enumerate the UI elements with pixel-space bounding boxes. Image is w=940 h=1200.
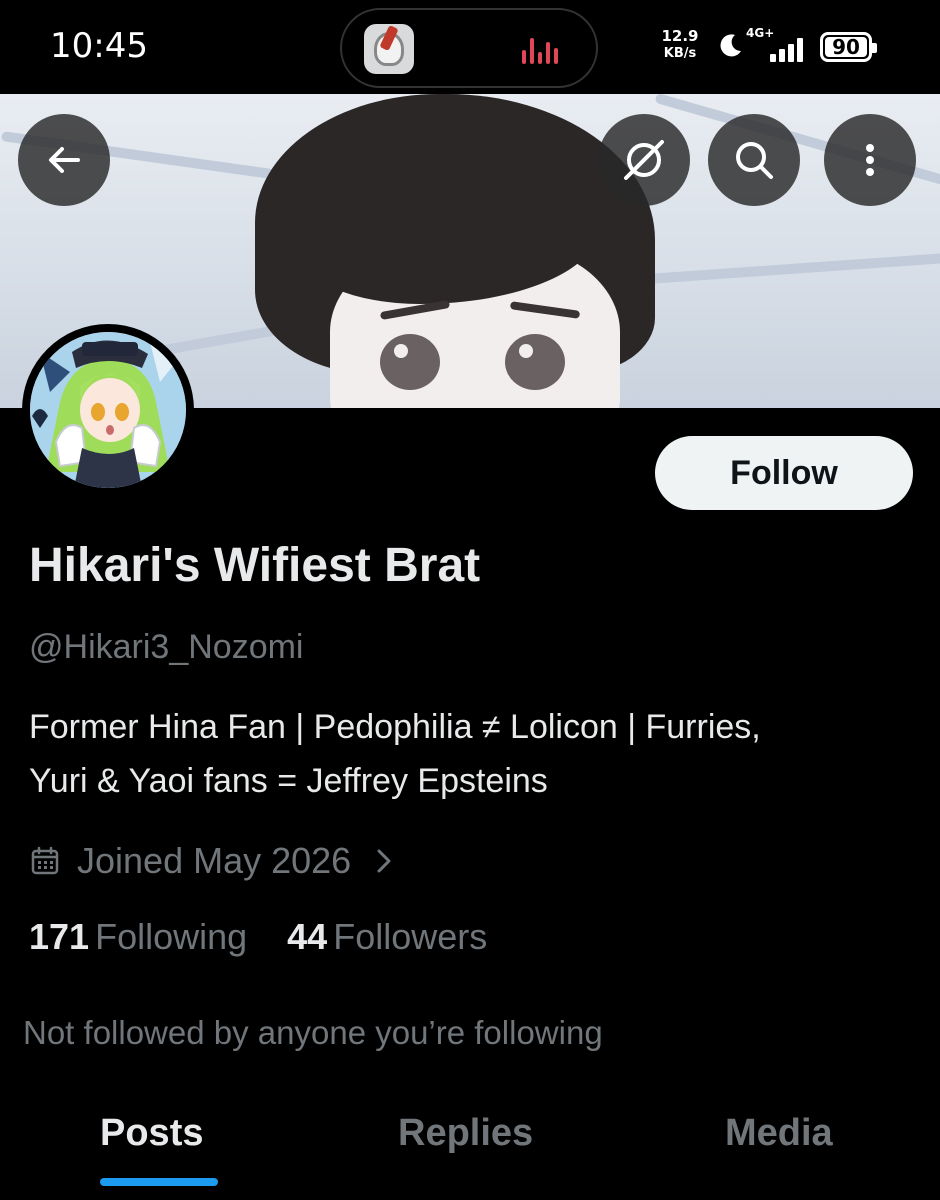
net-speed: 12.9 KB/s — [661, 27, 699, 62]
following-label: Following — [95, 916, 248, 957]
status-bar: 10:45 12.9 KB/s 4G+ 90 — [0, 0, 940, 94]
search-button[interactable] — [708, 114, 800, 206]
follow-stats: 171 Following 44 Followers — [29, 916, 487, 958]
arrow-left-icon — [49, 147, 80, 173]
grok-button[interactable] — [598, 114, 690, 206]
status-time: 10:45 — [50, 26, 148, 66]
avatar-image — [30, 332, 186, 488]
now-playing-app-icon — [364, 24, 414, 74]
banner-character-eye — [380, 334, 440, 390]
follow-button[interactable]: Follow — [655, 436, 913, 510]
battery-level: 90 — [832, 35, 860, 59]
signal-icon — [770, 36, 810, 62]
tab-posts[interactable]: Posts — [100, 1112, 203, 1155]
not-followed-note: Not followed by anyone you’re following — [23, 1014, 603, 1051]
calendar-icon — [31, 846, 59, 875]
joined-date-row[interactable]: Joined May 2026 — [29, 836, 397, 886]
bio-line: Former Hina Fan | Pedophilia ≠ Lolicon |… — [29, 708, 761, 746]
profile-tabs: Posts Replies Media — [0, 1100, 940, 1200]
active-tab-indicator — [100, 1178, 218, 1186]
more-button[interactable] — [824, 114, 916, 206]
followers-label: Followers — [333, 916, 488, 957]
search-icon — [736, 142, 773, 179]
followers-link[interactable]: 44 Followers — [287, 916, 487, 958]
username-handle: @Hikari3_Nozomi — [29, 628, 304, 666]
chevron-right-icon — [377, 849, 391, 873]
grok-icon — [624, 140, 664, 180]
joined-date: Joined May 2026 — [77, 840, 352, 881]
profile-bio: Former Hina Fan | Pedophilia ≠ Lolicon |… — [29, 700, 919, 808]
moon-icon — [720, 34, 741, 57]
tab-replies[interactable]: Replies — [398, 1112, 533, 1155]
followers-count: 44 — [287, 916, 328, 957]
back-button[interactable] — [18, 114, 110, 206]
following-count: 171 — [29, 916, 90, 957]
more-vertical-icon — [866, 144, 874, 176]
display-name: Hikari's Wifiest Brat — [29, 539, 481, 592]
tab-media[interactable]: Media — [725, 1112, 833, 1155]
profile-avatar[interactable] — [22, 324, 194, 496]
banner-character-eye — [505, 334, 565, 390]
dynamic-island[interactable] — [340, 8, 598, 88]
following-link[interactable]: 171 Following — [29, 916, 247, 958]
audio-waveform-icon — [522, 36, 566, 64]
battery-icon: 90 — [820, 32, 877, 62]
bio-line: Yuri & Yaoi fans = Jeffrey Epsteins — [29, 762, 548, 800]
